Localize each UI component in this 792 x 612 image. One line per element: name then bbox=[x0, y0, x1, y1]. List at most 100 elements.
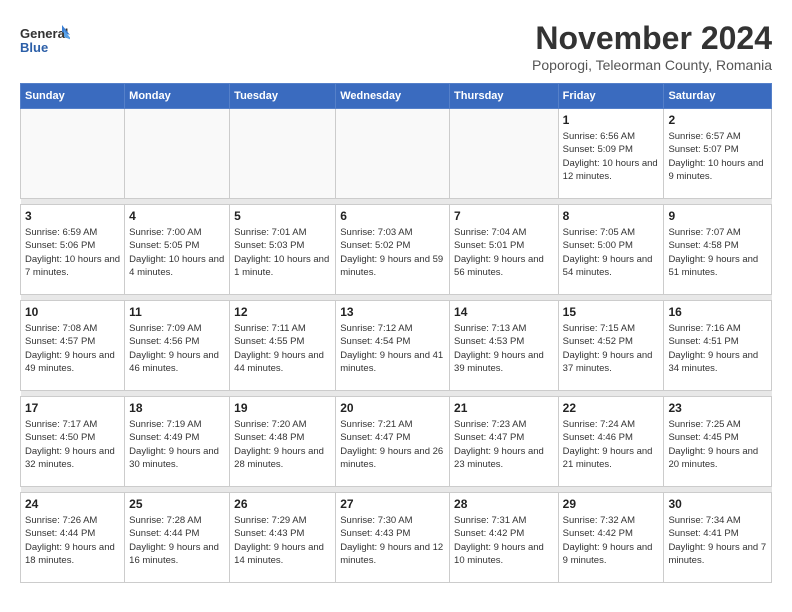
empty-cell bbox=[21, 109, 125, 199]
day-number: 16 bbox=[668, 305, 767, 319]
weekday-header-friday: Friday bbox=[558, 84, 664, 109]
day-info: Sunrise: 7:28 AM Sunset: 4:44 PM Dayligh… bbox=[129, 514, 225, 567]
weekday-header-row: SundayMondayTuesdayWednesdayThursdayFrid… bbox=[21, 84, 772, 109]
day-info: Sunrise: 6:56 AM Sunset: 5:09 PM Dayligh… bbox=[563, 130, 660, 183]
day-info: Sunrise: 7:20 AM Sunset: 4:48 PM Dayligh… bbox=[234, 418, 331, 471]
day-info: Sunrise: 7:03 AM Sunset: 5:02 PM Dayligh… bbox=[340, 226, 445, 279]
day-number: 23 bbox=[668, 401, 767, 415]
day-number: 24 bbox=[25, 497, 120, 511]
day-cell-28: 28 Sunrise: 7:31 AM Sunset: 4:42 PM Dayli… bbox=[450, 493, 559, 583]
day-number: 17 bbox=[25, 401, 120, 415]
day-number: 25 bbox=[129, 497, 225, 511]
day-number: 11 bbox=[129, 305, 225, 319]
svg-text:General: General bbox=[20, 26, 68, 41]
weekday-header-sunday: Sunday bbox=[21, 84, 125, 109]
day-info: Sunrise: 6:57 AM Sunset: 5:07 PM Dayligh… bbox=[668, 130, 767, 183]
day-info: Sunrise: 7:07 AM Sunset: 4:58 PM Dayligh… bbox=[668, 226, 767, 279]
day-info: Sunrise: 7:26 AM Sunset: 4:44 PM Dayligh… bbox=[25, 514, 120, 567]
day-number: 6 bbox=[340, 209, 445, 223]
week-row-3: 10 Sunrise: 7:08 AM Sunset: 4:57 PM Dayli… bbox=[21, 301, 772, 391]
day-number: 14 bbox=[454, 305, 554, 319]
weekday-header-tuesday: Tuesday bbox=[230, 84, 336, 109]
day-cell-30: 30 Sunrise: 7:34 AM Sunset: 4:41 PM Dayli… bbox=[664, 493, 772, 583]
day-cell-17: 17 Sunrise: 7:17 AM Sunset: 4:50 PM Dayli… bbox=[21, 397, 125, 487]
day-number: 12 bbox=[234, 305, 331, 319]
day-info: Sunrise: 7:09 AM Sunset: 4:56 PM Dayligh… bbox=[129, 322, 225, 375]
day-info: Sunrise: 7:21 AM Sunset: 4:47 PM Dayligh… bbox=[340, 418, 445, 471]
week-row-4: 17 Sunrise: 7:17 AM Sunset: 4:50 PM Dayli… bbox=[21, 397, 772, 487]
day-number: 27 bbox=[340, 497, 445, 511]
day-cell-11: 11 Sunrise: 7:09 AM Sunset: 4:56 PM Dayli… bbox=[125, 301, 230, 391]
day-number: 5 bbox=[234, 209, 331, 223]
title-section: November 2024 Poporogi, Teleorman County… bbox=[532, 20, 772, 73]
day-number: 20 bbox=[340, 401, 445, 415]
day-cell-6: 6 Sunrise: 7:03 AM Sunset: 5:02 PM Daylig… bbox=[336, 205, 450, 295]
empty-cell bbox=[230, 109, 336, 199]
day-cell-1: 1 Sunrise: 6:56 AM Sunset: 5:09 PM Daylig… bbox=[558, 109, 664, 199]
day-number: 22 bbox=[563, 401, 660, 415]
day-info: Sunrise: 7:04 AM Sunset: 5:01 PM Dayligh… bbox=[454, 226, 554, 279]
day-number: 7 bbox=[454, 209, 554, 223]
weekday-header-monday: Monday bbox=[125, 84, 230, 109]
day-info: Sunrise: 7:15 AM Sunset: 4:52 PM Dayligh… bbox=[563, 322, 660, 375]
day-number: 21 bbox=[454, 401, 554, 415]
empty-cell bbox=[450, 109, 559, 199]
day-cell-24: 24 Sunrise: 7:26 AM Sunset: 4:44 PM Dayli… bbox=[21, 493, 125, 583]
day-info: Sunrise: 7:12 AM Sunset: 4:54 PM Dayligh… bbox=[340, 322, 445, 375]
day-cell-19: 19 Sunrise: 7:20 AM Sunset: 4:48 PM Dayli… bbox=[230, 397, 336, 487]
week-row-1: 1 Sunrise: 6:56 AM Sunset: 5:09 PM Daylig… bbox=[21, 109, 772, 199]
day-cell-21: 21 Sunrise: 7:23 AM Sunset: 4:47 PM Dayli… bbox=[450, 397, 559, 487]
day-cell-27: 27Sunrise: 7:30 AM Sunset: 4:43 PM Dayli… bbox=[336, 493, 450, 583]
month-title: November 2024 bbox=[532, 20, 772, 57]
weekday-header-thursday: Thursday bbox=[450, 84, 559, 109]
day-cell-18: 18Sunrise: 7:19 AM Sunset: 4:49 PM Dayli… bbox=[125, 397, 230, 487]
day-cell-8: 8 Sunrise: 7:05 AM Sunset: 5:00 PM Daylig… bbox=[558, 205, 664, 295]
day-cell-14: 14Sunrise: 7:13 AM Sunset: 4:53 PM Dayli… bbox=[450, 301, 559, 391]
day-cell-4: 4Sunrise: 7:00 AM Sunset: 5:05 PM Daylig… bbox=[125, 205, 230, 295]
day-number: 19 bbox=[234, 401, 331, 415]
day-number: 4 bbox=[129, 209, 225, 223]
day-cell-15: 15 Sunrise: 7:15 AM Sunset: 4:52 PM Dayli… bbox=[558, 301, 664, 391]
empty-cell bbox=[125, 109, 230, 199]
empty-cell bbox=[336, 109, 450, 199]
day-info: Sunrise: 7:34 AM Sunset: 4:41 PM Dayligh… bbox=[668, 514, 767, 567]
day-number: 30 bbox=[668, 497, 767, 511]
day-cell-12: 12 Sunrise: 7:11 AM Sunset: 4:55 PM Dayli… bbox=[230, 301, 336, 391]
day-info: Sunrise: 7:11 AM Sunset: 4:55 PM Dayligh… bbox=[234, 322, 331, 375]
day-number: 28 bbox=[454, 497, 554, 511]
calendar-table: SundayMondayTuesdayWednesdayThursdayFrid… bbox=[20, 83, 772, 583]
day-cell-16: 16Sunrise: 7:16 AM Sunset: 4:51 PM Dayli… bbox=[664, 301, 772, 391]
day-info: Sunrise: 7:17 AM Sunset: 4:50 PM Dayligh… bbox=[25, 418, 120, 471]
day-number: 18 bbox=[129, 401, 225, 415]
week-row-5: 24 Sunrise: 7:26 AM Sunset: 4:44 PM Dayli… bbox=[21, 493, 772, 583]
logo: General Blue bbox=[20, 20, 74, 60]
day-number: 9 bbox=[668, 209, 767, 223]
week-row-2: 3 Sunrise: 6:59 AM Sunset: 5:06 PM Daylig… bbox=[21, 205, 772, 295]
day-info: Sunrise: 7:08 AM Sunset: 4:57 PM Dayligh… bbox=[25, 322, 120, 375]
day-cell-22: 22Sunrise: 7:24 AM Sunset: 4:46 PM Dayli… bbox=[558, 397, 664, 487]
day-info: Sunrise: 7:32 AM Sunset: 4:42 PM Dayligh… bbox=[563, 514, 660, 567]
day-info: Sunrise: 7:25 AM Sunset: 4:45 PM Dayligh… bbox=[668, 418, 767, 471]
day-cell-20: 20 Sunrise: 7:21 AM Sunset: 4:47 PM Dayli… bbox=[336, 397, 450, 487]
day-number: 3 bbox=[25, 209, 120, 223]
day-number: 2 bbox=[668, 113, 767, 127]
day-number: 26 bbox=[234, 497, 331, 511]
day-info: Sunrise: 7:01 AM Sunset: 5:03 PM Dayligh… bbox=[234, 226, 331, 279]
day-number: 8 bbox=[563, 209, 660, 223]
day-number: 13 bbox=[340, 305, 445, 319]
day-cell-13: 13 Sunrise: 7:12 AM Sunset: 4:54 PM Dayli… bbox=[336, 301, 450, 391]
day-cell-2: 2 Sunrise: 6:57 AM Sunset: 5:07 PM Daylig… bbox=[664, 109, 772, 199]
day-number: 1 bbox=[563, 113, 660, 127]
day-info: Sunrise: 7:05 AM Sunset: 5:00 PM Dayligh… bbox=[563, 226, 660, 279]
day-cell-10: 10 Sunrise: 7:08 AM Sunset: 4:57 PM Dayli… bbox=[21, 301, 125, 391]
page-header: General Blue November 2024 Poporogi, Tel… bbox=[20, 20, 772, 73]
day-info: Sunrise: 7:23 AM Sunset: 4:47 PM Dayligh… bbox=[454, 418, 554, 471]
day-cell-7: 7 Sunrise: 7:04 AM Sunset: 5:01 PM Daylig… bbox=[450, 205, 559, 295]
day-number: 10 bbox=[25, 305, 120, 319]
day-cell-26: 26Sunrise: 7:29 AM Sunset: 4:43 PM Dayli… bbox=[230, 493, 336, 583]
day-info: Sunrise: 7:31 AM Sunset: 4:42 PM Dayligh… bbox=[454, 514, 554, 567]
day-cell-3: 3 Sunrise: 6:59 AM Sunset: 5:06 PM Daylig… bbox=[21, 205, 125, 295]
day-info: Sunrise: 6:59 AM Sunset: 5:06 PM Dayligh… bbox=[25, 226, 120, 279]
day-cell-23: 23 Sunrise: 7:25 AM Sunset: 4:45 PM Dayli… bbox=[664, 397, 772, 487]
day-number: 15 bbox=[563, 305, 660, 319]
